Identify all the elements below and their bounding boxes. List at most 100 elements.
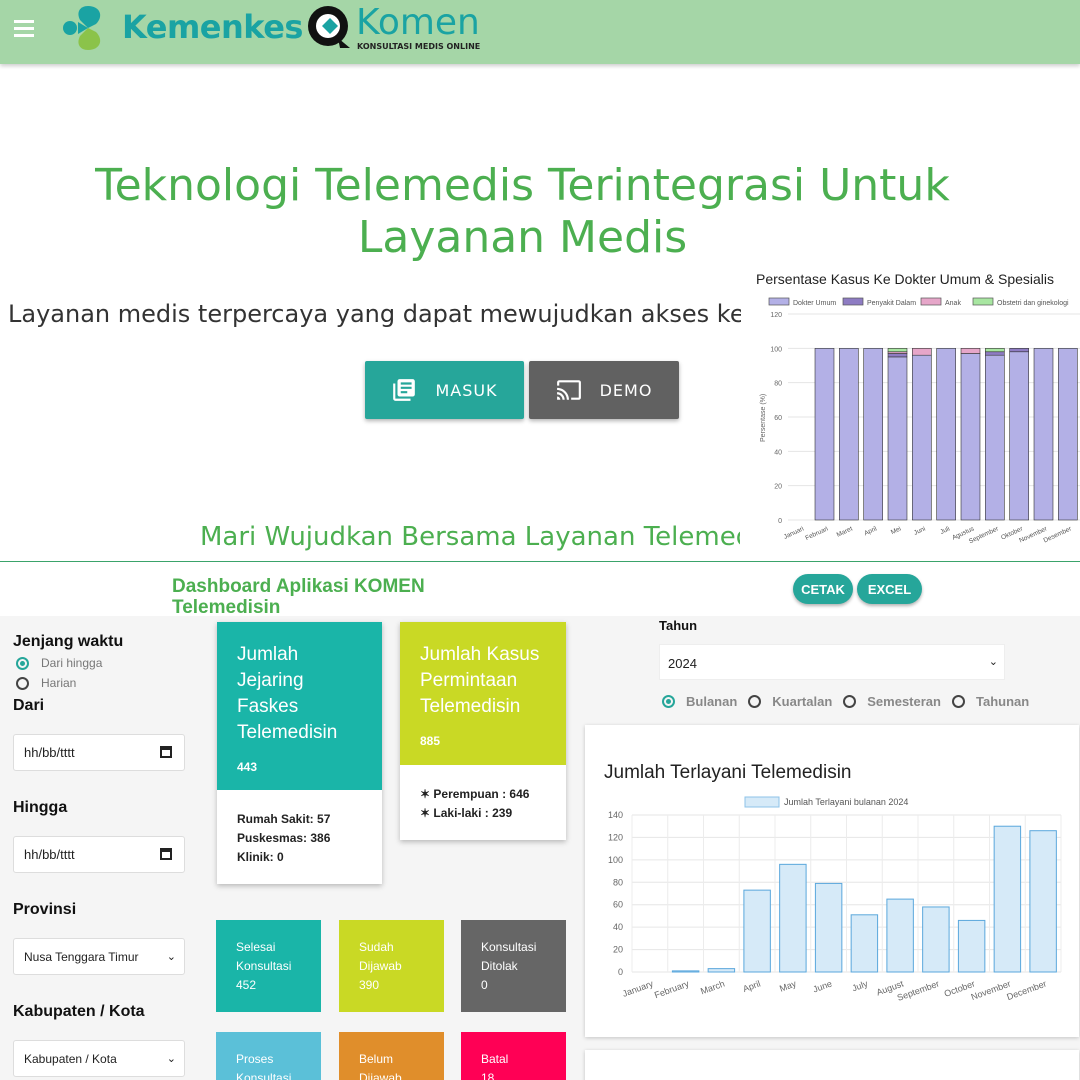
brand-name: Kemenkes xyxy=(122,8,303,46)
provinsi-value: Nusa Tenggara Timur xyxy=(24,949,139,964)
tile-label: Sudah xyxy=(359,940,394,954)
bar xyxy=(922,906,950,973)
klinik-count: Klinik: 0 xyxy=(237,850,284,864)
kabupaten-label: Kabupaten / Kota xyxy=(13,1003,145,1020)
legend-label: Anak xyxy=(945,300,961,307)
period-semesteran[interactable]: Semesteran xyxy=(867,694,941,709)
tile-value: 18 xyxy=(481,1071,495,1080)
cetak-button[interactable]: CETAK xyxy=(793,574,853,604)
bar xyxy=(671,970,700,973)
tile-value: 390 xyxy=(359,978,380,992)
bar-segment xyxy=(1009,348,1029,353)
period-tahunan[interactable]: Tahunan xyxy=(976,694,1029,709)
tile-konsultasi-ditolak[interactable]: Konsultasi Ditolak 0 xyxy=(461,920,566,1012)
tile-batal[interactable]: Batal 18 xyxy=(461,1032,566,1080)
bar-segment xyxy=(985,354,1005,521)
period-kuartalan[interactable]: Kuartalan xyxy=(772,694,832,709)
tile-label: Konsultasi xyxy=(236,959,292,973)
calendar-icon[interactable] xyxy=(160,848,172,860)
tile-belum-dijawab[interactable]: Belum Dijawab xyxy=(339,1032,444,1080)
provinsi-select[interactable]: Nusa Tenggara Timur ⌄ xyxy=(13,938,185,975)
x-tick-label: Maret xyxy=(836,525,854,538)
jejaring-breakdown: Rumah Sakit: 57 Puskesmas: 386 Klinik: 0 xyxy=(237,810,330,867)
kasus-breakdown: ✶ Perempuan : 646 ✶ Laki-laki : 239 xyxy=(420,785,529,823)
y-tick-label: 40 xyxy=(613,922,623,932)
masuk-button[interactable]: MASUK xyxy=(365,361,524,419)
kabupaten-value: Kabupaten / Kota xyxy=(24,1051,117,1066)
chevron-down-icon: ⌄ xyxy=(166,951,176,963)
tile-label: Belum xyxy=(359,1052,394,1066)
perempuan-count: ✶ Perempuan : 646 xyxy=(420,785,529,804)
legend-label: Jumlah Terlayani bulanan 2024 xyxy=(784,797,908,807)
y-tick-label: 20 xyxy=(613,945,623,955)
excel-button[interactable]: EXCEL xyxy=(857,574,922,604)
radio-checked-icon[interactable] xyxy=(662,695,675,708)
jejaring-value: 443 xyxy=(237,760,258,774)
x-tick-label: April xyxy=(863,525,878,537)
legend-swatch xyxy=(972,297,994,306)
legend-swatch xyxy=(768,297,790,306)
cast-icon xyxy=(556,380,581,400)
radio-unchecked-icon[interactable] xyxy=(748,695,762,708)
bar-segment xyxy=(985,351,1005,356)
period-bulanan[interactable]: Bulanan xyxy=(686,694,737,709)
bar xyxy=(707,968,736,973)
bar-segment xyxy=(887,353,908,358)
bar-segment xyxy=(839,348,859,521)
bar xyxy=(743,889,771,973)
masuk-label: MASUK xyxy=(435,380,498,400)
bar-segment xyxy=(936,348,956,521)
chart-title: Jumlah Terlayani Telemedisin xyxy=(604,762,851,783)
tahun-label: Tahun xyxy=(659,618,698,633)
tile-proses-konsultasi[interactable]: Proses Konsultasi xyxy=(216,1032,321,1080)
x-tick-label: Juni xyxy=(913,525,927,536)
jejaring-card: Jumlah Jejaring Faskes Telemedisin 443 R… xyxy=(217,622,382,884)
legend-swatch xyxy=(744,796,780,808)
calendar-icon[interactable] xyxy=(160,746,172,758)
demo-button[interactable]: DEMO xyxy=(529,361,679,419)
tile-label: Proses xyxy=(236,1052,274,1066)
kabupaten-select[interactable]: Kabupaten / Kota ⌄ xyxy=(13,1040,185,1077)
bar xyxy=(957,919,986,973)
dari-date-input[interactable]: hh/bb/tttt xyxy=(13,734,185,771)
app-name: Komen xyxy=(356,2,480,43)
x-tick-label: Januari xyxy=(783,525,805,540)
y-tick-label: 80 xyxy=(613,877,623,887)
legend-label: Dokter Umum xyxy=(793,300,836,307)
bar xyxy=(886,898,914,973)
dashboard-title: Dashboard Aplikasi KOMEN Telemedisin xyxy=(172,576,425,618)
kasus-title: Jumlah Kasus Permintaan Telemedisin xyxy=(420,644,540,717)
menu-icon[interactable] xyxy=(14,20,36,38)
bar-segment xyxy=(985,348,1005,353)
tile-label: Ditolak xyxy=(481,959,518,973)
tahun-select[interactable]: 2024 ⌄ xyxy=(659,644,1005,680)
male-icon: ✶ xyxy=(420,806,431,820)
x-tick-label: June xyxy=(812,978,834,994)
x-tick-label: April xyxy=(741,978,761,994)
y-tick-label: 40 xyxy=(774,449,782,456)
hingga-date-input[interactable]: hh/bb/tttt xyxy=(13,836,185,873)
tahun-value: 2024 xyxy=(668,656,697,671)
y-tick-label: 60 xyxy=(774,415,782,422)
bar xyxy=(779,863,807,973)
x-tick-label: May xyxy=(778,978,798,993)
radio-unchecked-icon[interactable] xyxy=(951,695,965,708)
radio-dari-hingga[interactable]: Dari hingga xyxy=(16,656,102,670)
y-tick-label: 0 xyxy=(778,518,782,525)
provinsi-label: Provinsi xyxy=(13,901,77,918)
laki-count: ✶ Laki-laki : 239 xyxy=(420,804,529,823)
tile-label: Dijawab xyxy=(359,1071,402,1080)
x-tick-label: February xyxy=(653,978,691,1000)
specialist-percentage-chart: Persentase Kasus Ke Dokter Umum & Spesia… xyxy=(741,262,1080,560)
radio-unchecked-icon[interactable] xyxy=(843,695,857,708)
radio-harian[interactable]: Harian xyxy=(16,676,76,690)
bar-segment xyxy=(1009,351,1029,521)
tile-sudah-dijawab[interactable]: Sudah Dijawab 390 xyxy=(339,920,444,1012)
kasus-value: 885 xyxy=(420,734,441,748)
jejaring-title: Jumlah Jejaring Faskes Telemedisin xyxy=(237,644,338,743)
tile-selesai-konsultasi[interactable]: Selesai Konsultasi 452 xyxy=(216,920,321,1012)
bar-segment xyxy=(960,348,981,354)
tile-label: Selesai xyxy=(236,940,276,954)
x-tick-label: Mei xyxy=(890,525,902,536)
legend-label: Obstetri dan ginekologi xyxy=(997,300,1069,307)
